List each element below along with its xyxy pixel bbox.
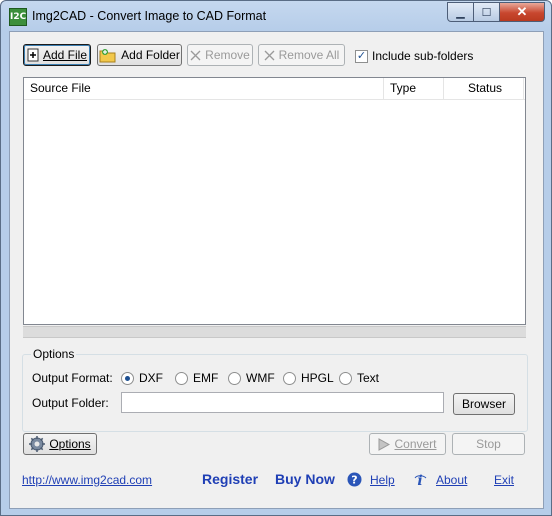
convert-button[interactable]: Convert	[369, 433, 446, 455]
column-type[interactable]: Type	[384, 78, 444, 99]
about-link[interactable]: i About	[413, 472, 467, 487]
format-label-hpgl: HPGL	[301, 371, 334, 385]
help-link[interactable]: ? Help	[347, 472, 395, 487]
play-icon	[378, 437, 391, 451]
convert-button-label: Convert	[394, 437, 437, 451]
gear-icon	[29, 436, 46, 452]
remove-all-label: Remove All	[278, 48, 340, 62]
register-link[interactable]: Register	[202, 471, 258, 487]
about-label: About	[436, 472, 468, 487]
radio-icon[interactable]	[175, 371, 188, 385]
radio-selected-icon[interactable]	[121, 371, 134, 385]
file-list[interactable]: Source File Type Status	[23, 77, 526, 325]
caption-buttons: ▁ ☐ ✕	[447, 2, 545, 22]
main-window: I2C Img2CAD - Convert Image to CAD Forma…	[0, 0, 552, 516]
document-add-icon	[27, 48, 39, 62]
radio-icon[interactable]	[228, 371, 241, 385]
column-source-file[interactable]: Source File	[24, 78, 384, 99]
output-folder-input[interactable]	[121, 392, 444, 413]
website-link[interactable]: http://www.img2cad.com	[22, 473, 152, 487]
x-icon	[264, 50, 275, 61]
minimize-button[interactable]: ▁	[447, 2, 474, 22]
include-subfolders-label: Include sub-folders	[372, 49, 474, 63]
column-status[interactable]: Status	[444, 78, 524, 99]
format-label-wmf: WMF	[246, 371, 275, 385]
info-icon: i	[413, 472, 428, 487]
question-icon: ?	[347, 472, 362, 487]
options-button-label: Options	[49, 437, 91, 451]
file-list-header: Source File Type Status	[24, 78, 525, 100]
format-radio-emf[interactable]: EMF	[175, 371, 218, 385]
format-label-text: Text	[357, 371, 380, 385]
add-folder-button[interactable]: Add Folder	[97, 44, 182, 66]
output-folder-label: Output Folder:	[32, 396, 109, 410]
include-subfolders-checkbox[interactable]: ✓ Include sub-folders	[355, 49, 473, 63]
buy-now-label: Buy Now	[275, 471, 335, 487]
add-file-label: Add File	[42, 48, 88, 62]
stop-button[interactable]: Stop	[452, 433, 525, 455]
format-radio-hpgl[interactable]: HPGL	[283, 371, 334, 385]
window-title: Img2CAD - Convert Image to CAD Format	[32, 9, 267, 23]
add-folder-label: Add Folder	[121, 48, 180, 62]
format-label-dxf: DXF	[139, 371, 163, 385]
folder-add-icon	[99, 47, 117, 63]
add-file-button[interactable]: Add File	[23, 44, 91, 66]
svg-text:?: ?	[351, 474, 357, 487]
client-area: Add File Add Folder Remove Remove All ✓ …	[9, 31, 544, 509]
format-radio-dxf[interactable]: DXF	[121, 371, 163, 385]
checkmark-icon[interactable]: ✓	[355, 49, 368, 63]
format-label-emf: EMF	[193, 371, 219, 385]
browser-button[interactable]: Browser	[453, 393, 515, 415]
format-radio-text[interactable]: Text	[339, 371, 379, 385]
radio-icon[interactable]	[339, 371, 352, 385]
horizontal-scrollbar[interactable]	[23, 326, 526, 338]
remove-button[interactable]: Remove	[187, 44, 253, 66]
title-bar[interactable]: I2C Img2CAD - Convert Image to CAD Forma…	[1, 1, 551, 31]
options-button[interactable]: Options	[23, 433, 97, 455]
remove-label: Remove	[205, 48, 250, 62]
help-label: Help	[370, 472, 395, 487]
app-icon: I2C	[9, 8, 27, 26]
maximize-button[interactable]: ☐	[474, 2, 500, 22]
close-button[interactable]: ✕	[500, 2, 545, 22]
exit-link[interactable]: Exit	[494, 473, 514, 487]
x-icon	[190, 50, 201, 61]
svg-text:i: i	[417, 473, 422, 487]
remove-all-button[interactable]: Remove All	[258, 44, 345, 66]
radio-icon[interactable]	[283, 371, 296, 385]
buy-now-link[interactable]: Buy Now	[275, 471, 335, 487]
format-radio-wmf[interactable]: WMF	[228, 371, 275, 385]
output-format-label: Output Format:	[32, 371, 113, 385]
options-group-label: Options	[31, 347, 77, 361]
